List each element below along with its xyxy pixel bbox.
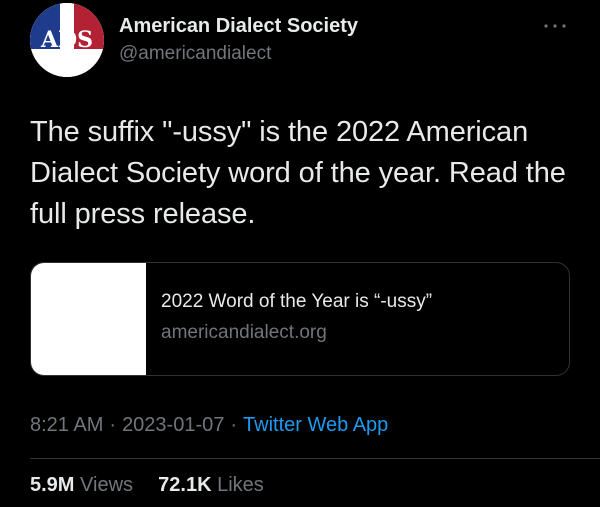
avatar-logo-text: ADS xyxy=(40,27,93,53)
avatar[interactable]: ADS xyxy=(30,3,104,77)
tweet-time[interactable]: 8:21 AM xyxy=(30,414,103,436)
tweet-text: The suffix "-ussy" is the 2022 American … xyxy=(30,116,566,230)
link-card[interactable]: 2022 Word of the Year is “-ussy” america… xyxy=(30,262,570,376)
meta-separator: · xyxy=(109,414,117,436)
likes-label[interactable]: Likes xyxy=(217,474,264,496)
tweet-date[interactable]: 2023-01-07 xyxy=(122,414,224,436)
user-handle[interactable]: @americandialect xyxy=(119,43,271,65)
views-label[interactable]: Views xyxy=(80,474,133,496)
divider xyxy=(30,458,600,459)
more-options-icon[interactable] xyxy=(540,18,570,34)
likes-count[interactable]: 72.1K xyxy=(158,474,211,496)
tweet-meta: 8:21 AM · 2023-01-07 · Twitter Web App xyxy=(30,414,388,437)
views-count[interactable]: 5.9M xyxy=(30,474,74,496)
card-domain: americandialect.org xyxy=(161,322,327,343)
meta-separator: · xyxy=(230,414,238,436)
tweet-source[interactable]: Twitter Web App xyxy=(243,414,388,436)
tweet-stats: 5.9M Views 72.1K Likes xyxy=(30,474,264,497)
card-title: 2022 Word of the Year is “-ussy” xyxy=(161,291,433,312)
display-name[interactable]: American Dialect Society xyxy=(119,15,358,38)
tweet: ADS American Dialect Society @americandi… xyxy=(0,0,600,507)
card-thumbnail xyxy=(31,263,146,375)
